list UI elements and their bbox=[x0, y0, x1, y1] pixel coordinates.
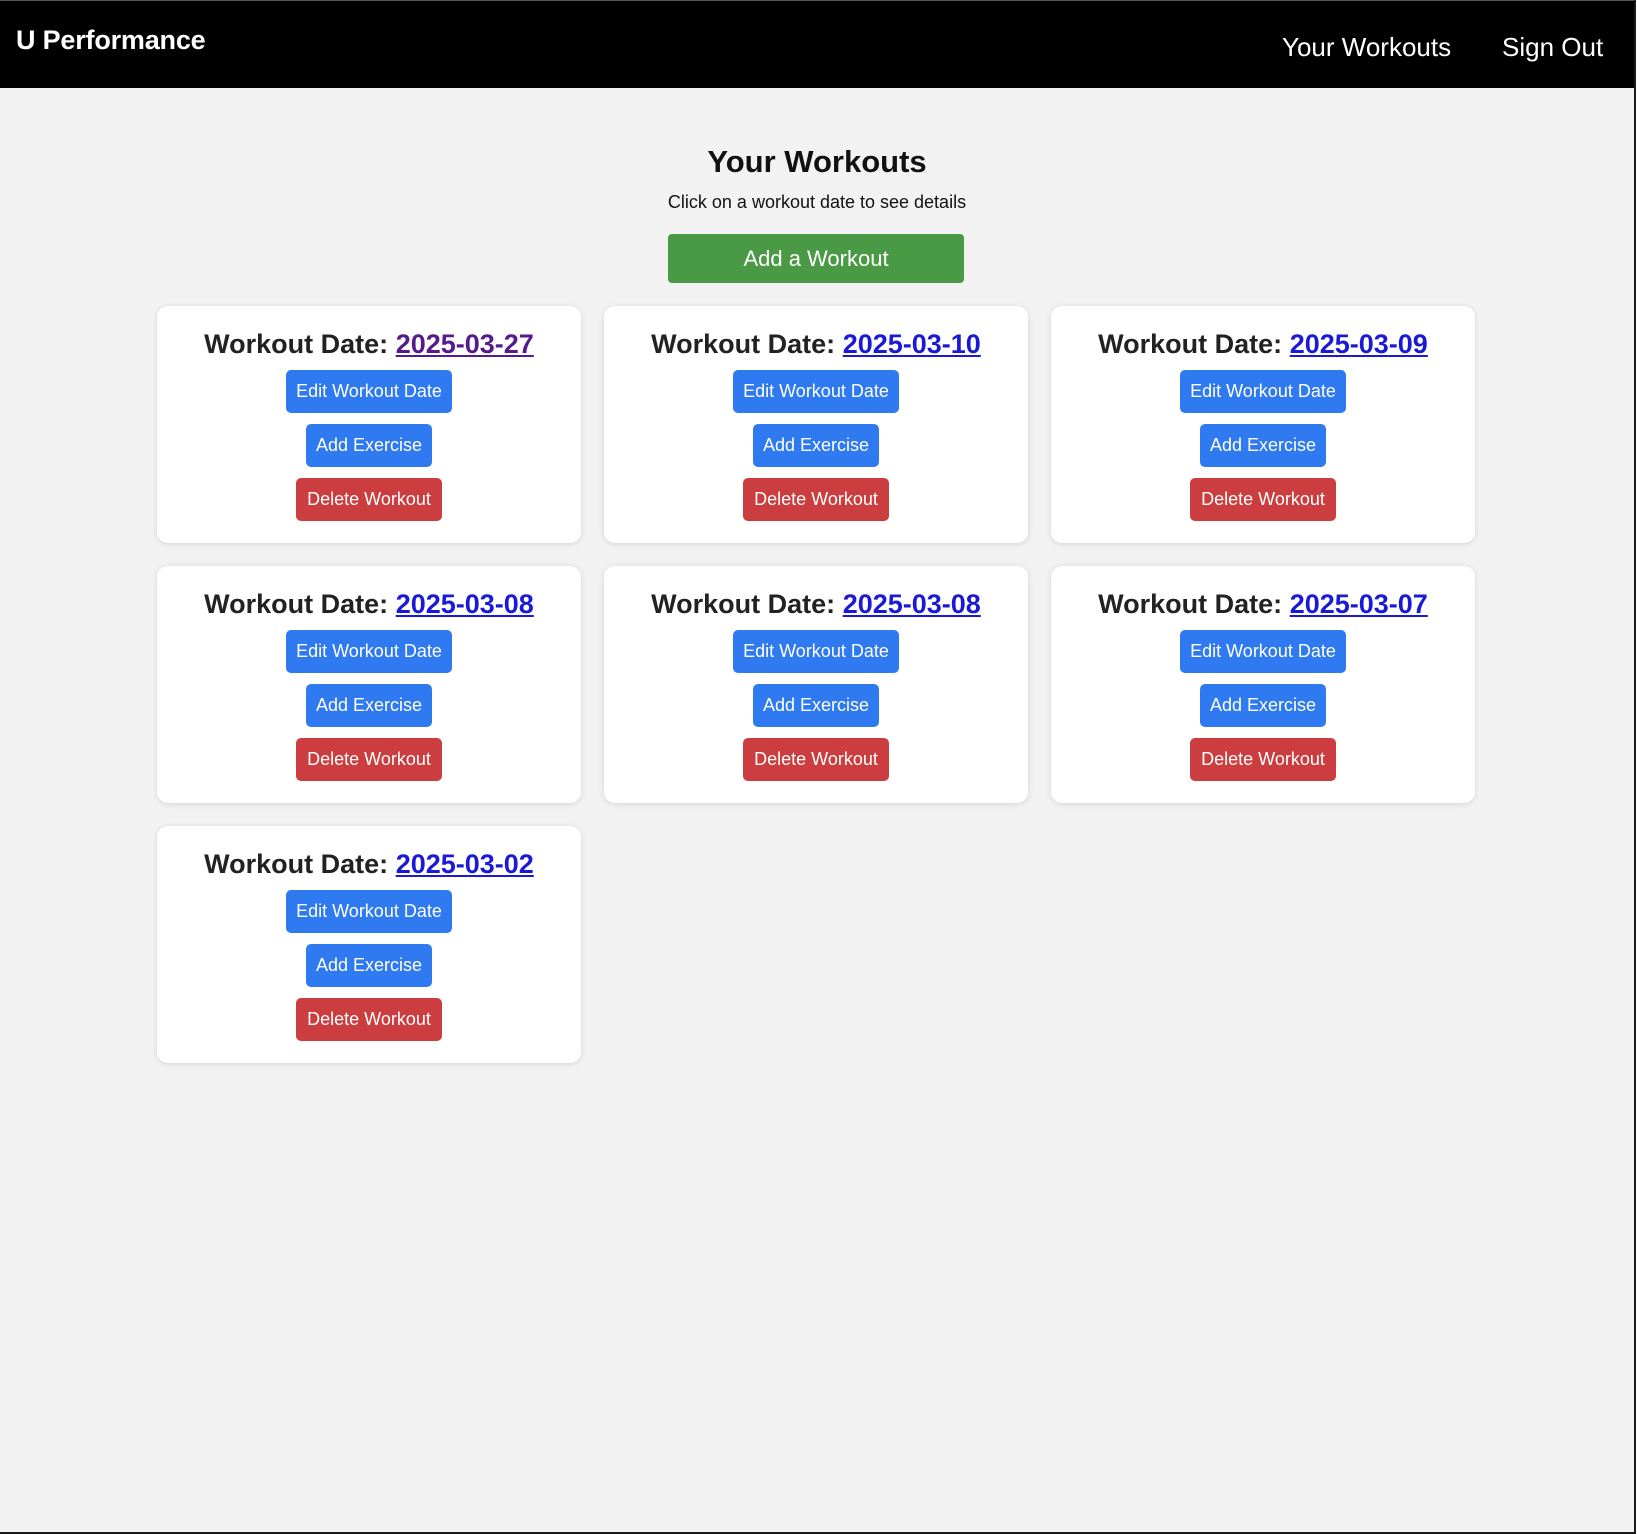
workout-card: Workout Date: 2025-03-10 Edit Workout Da… bbox=[604, 306, 1028, 543]
workout-card: Workout Date: 2025-03-07 Edit Workout Da… bbox=[1051, 566, 1475, 803]
delete-workout-button[interactable]: Delete Workout bbox=[1190, 738, 1336, 781]
workout-date-prefix: Workout Date: bbox=[1098, 589, 1290, 619]
edit-workout-date-button[interactable]: Edit Workout Date bbox=[286, 630, 452, 673]
workout-date-heading: Workout Date: 2025-03-02 bbox=[157, 846, 581, 882]
workout-date-heading: Workout Date: 2025-03-08 bbox=[157, 586, 581, 622]
edit-workout-date-button[interactable]: Edit Workout Date bbox=[733, 370, 899, 413]
workout-date-prefix: Workout Date: bbox=[204, 329, 396, 359]
nav-your-workouts[interactable]: Your Workouts bbox=[1282, 30, 1451, 64]
add-exercise-button[interactable]: Add Exercise bbox=[1200, 424, 1326, 467]
add-workout-button[interactable]: Add a Workout bbox=[668, 234, 964, 283]
workout-card: Workout Date: 2025-03-09 Edit Workout Da… bbox=[1051, 306, 1475, 543]
brand-logo[interactable]: U Performance bbox=[16, 23, 206, 57]
delete-workout-button[interactable]: Delete Workout bbox=[296, 998, 442, 1041]
workout-date-heading: Workout Date: 2025-03-08 bbox=[604, 586, 1028, 622]
workout-card: Workout Date: 2025-03-08 Edit Workout Da… bbox=[157, 566, 581, 803]
delete-workout-button[interactable]: Delete Workout bbox=[296, 738, 442, 781]
workout-date-heading: Workout Date: 2025-03-27 bbox=[157, 326, 581, 362]
nav-sign-out[interactable]: Sign Out bbox=[1502, 30, 1603, 64]
delete-workout-button[interactable]: Delete Workout bbox=[296, 478, 442, 521]
workout-grid: Workout Date: 2025-03-27 Edit Workout Da… bbox=[157, 306, 1475, 1063]
delete-workout-button[interactable]: Delete Workout bbox=[743, 738, 889, 781]
workout-date-link[interactable]: 2025-03-08 bbox=[843, 589, 981, 619]
workout-card: Workout Date: 2025-03-08 Edit Workout Da… bbox=[604, 566, 1028, 803]
workout-date-heading: Workout Date: 2025-03-07 bbox=[1051, 586, 1475, 622]
app-window: U Performance Your Workouts Sign Out You… bbox=[0, 0, 1636, 1534]
edit-workout-date-button[interactable]: Edit Workout Date bbox=[286, 890, 452, 933]
workout-card: Workout Date: 2025-03-27 Edit Workout Da… bbox=[157, 306, 581, 543]
workout-date-heading: Workout Date: 2025-03-10 bbox=[604, 326, 1028, 362]
workout-date-prefix: Workout Date: bbox=[204, 849, 396, 879]
workout-date-link[interactable]: 2025-03-07 bbox=[1290, 589, 1428, 619]
page-title: Your Workouts bbox=[707, 144, 927, 179]
workout-date-prefix: Workout Date: bbox=[651, 589, 843, 619]
add-exercise-button[interactable]: Add Exercise bbox=[753, 684, 879, 727]
workout-date-heading: Workout Date: 2025-03-09 bbox=[1051, 326, 1475, 362]
add-exercise-button[interactable]: Add Exercise bbox=[753, 424, 879, 467]
edit-workout-date-button[interactable]: Edit Workout Date bbox=[1180, 370, 1346, 413]
workout-card: Workout Date: 2025-03-02 Edit Workout Da… bbox=[157, 826, 581, 1063]
delete-workout-button[interactable]: Delete Workout bbox=[1190, 478, 1336, 521]
workout-date-link[interactable]: 2025-03-08 bbox=[396, 589, 534, 619]
workout-date-link[interactable]: 2025-03-10 bbox=[843, 329, 981, 359]
workout-date-link[interactable]: 2025-03-09 bbox=[1290, 329, 1428, 359]
edit-workout-date-button[interactable]: Edit Workout Date bbox=[733, 630, 899, 673]
add-exercise-button[interactable]: Add Exercise bbox=[1200, 684, 1326, 727]
edit-workout-date-button[interactable]: Edit Workout Date bbox=[1180, 630, 1346, 673]
workout-date-prefix: Workout Date: bbox=[204, 589, 396, 619]
delete-workout-button[interactable]: Delete Workout bbox=[743, 478, 889, 521]
add-exercise-button[interactable]: Add Exercise bbox=[306, 944, 432, 987]
workout-date-prefix: Workout Date: bbox=[1098, 329, 1290, 359]
workout-date-prefix: Workout Date: bbox=[651, 329, 843, 359]
workout-date-link[interactable]: 2025-03-27 bbox=[396, 329, 534, 359]
workout-date-link[interactable]: 2025-03-02 bbox=[396, 849, 534, 879]
navbar: U Performance Your Workouts Sign Out bbox=[0, 0, 1634, 88]
edit-workout-date-button[interactable]: Edit Workout Date bbox=[286, 370, 452, 413]
add-exercise-button[interactable]: Add Exercise bbox=[306, 684, 432, 727]
page-subtitle: Click on a workout date to see details bbox=[667, 192, 967, 212]
add-exercise-button[interactable]: Add Exercise bbox=[306, 424, 432, 467]
